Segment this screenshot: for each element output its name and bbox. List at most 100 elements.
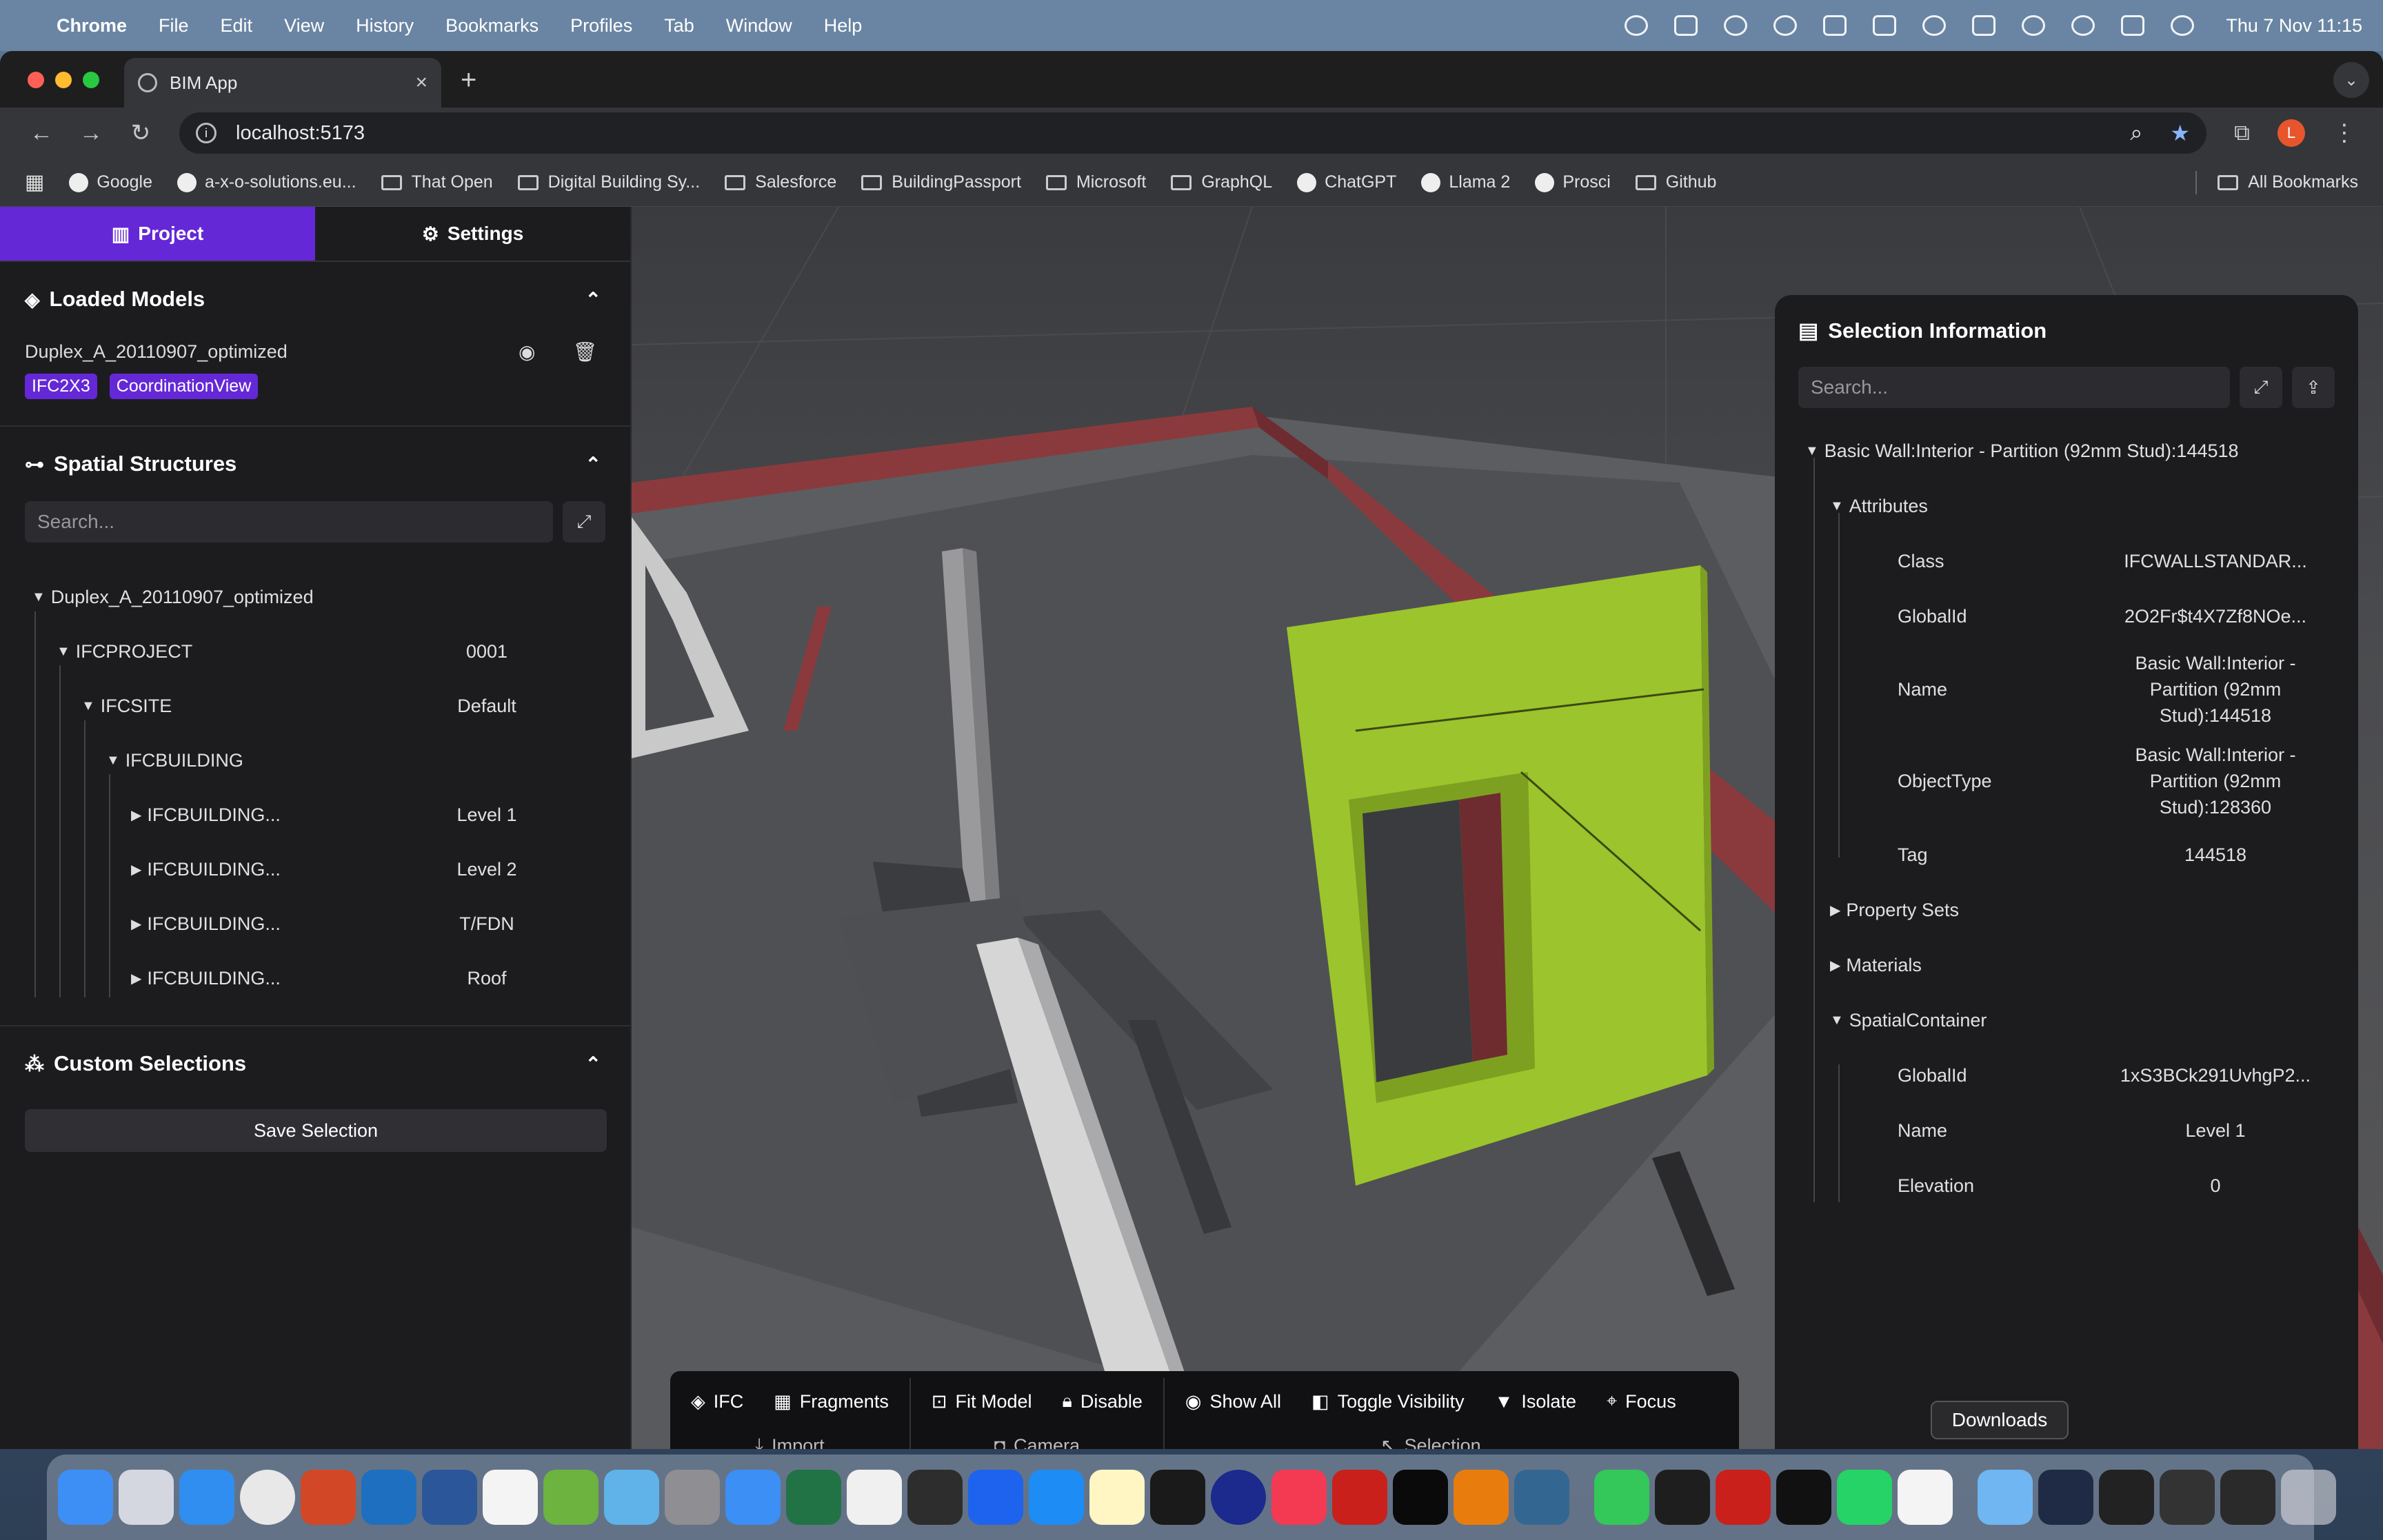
bookmark-axo[interactable]: a-x-o-solutions.eu... xyxy=(177,172,356,192)
toggle-visibility-button[interactable]: ◧ Toggle Visibility xyxy=(1311,1391,1465,1412)
bookmark-star-icon[interactable]: ★ xyxy=(2170,120,2190,146)
profile-avatar[interactable]: L xyxy=(2277,119,2305,147)
tab-close-icon[interactable]: × xyxy=(415,71,428,94)
tree-node-storey[interactable]: ▶ IFCBUILDING... Level 1 xyxy=(25,788,605,842)
trash-icon[interactable] xyxy=(2281,1470,2336,1525)
tree-node-model[interactable]: ▼ Duplex_A_20110907_optimized xyxy=(25,570,605,625)
focus-button[interactable]: ⌖ Focus xyxy=(1607,1390,1676,1412)
bookmark-graphql[interactable]: GraphQL xyxy=(1171,172,1272,192)
model-row[interactable]: Duplex_A_20110907_optimized ◉ 🗑 xyxy=(25,336,605,367)
chevron-up-icon[interactable]: ⌃ xyxy=(585,1053,601,1075)
fragments-button[interactable]: ▦ Fragments xyxy=(774,1391,889,1412)
tab-project[interactable]: ▥ Project xyxy=(0,207,315,261)
bookmark-salesforce[interactable]: Salesforce xyxy=(725,172,836,192)
sublime-icon[interactable] xyxy=(907,1470,963,1525)
eye-icon[interactable]: ◉ xyxy=(519,341,535,363)
reload-icon[interactable]: ↻ xyxy=(116,119,165,147)
attributes-node[interactable]: ▼ Attributes xyxy=(1798,478,2335,534)
menu-bookmarks[interactable]: Bookmarks xyxy=(445,15,539,37)
menu-file[interactable]: File xyxy=(159,15,189,37)
disable-button[interactable]: 🔒︎ Disable xyxy=(1063,1390,1143,1412)
extensions-icon[interactable]: ⧉ xyxy=(2234,120,2250,146)
tree-node-storey[interactable]: ▶ IFCBUILDING... Level 2 xyxy=(25,842,605,897)
address-bar[interactable]: i localhost:5173 ⌕ ★ xyxy=(179,112,2206,154)
notes-icon[interactable] xyxy=(1089,1470,1145,1525)
tree-node-storey[interactable]: ▶ IFCBUILDING... Roof xyxy=(25,951,605,1006)
reader-icon[interactable] xyxy=(1393,1470,1448,1525)
spatial-structures-header[interactable]: ⊶ Spatial Structures ⌃ xyxy=(25,427,605,501)
tree-node-building[interactable]: ▼ IFCBUILDING xyxy=(25,733,605,788)
expand-icon[interactable]: ⤢ xyxy=(563,501,605,543)
vscode-icon[interactable] xyxy=(361,1470,416,1525)
qgis-icon[interactable] xyxy=(543,1470,599,1525)
app-icon[interactable] xyxy=(1898,1470,1953,1525)
menu-window[interactable]: Window xyxy=(726,15,792,37)
activity-monitor-icon[interactable] xyxy=(1655,1470,1710,1525)
loaded-models-header[interactable]: ◈ Loaded Models ⌃ xyxy=(25,262,605,336)
browser-tab[interactable]: BIM App × xyxy=(124,58,441,108)
window-thumbnail-icon[interactable] xyxy=(2099,1470,2154,1525)
menubar-clock[interactable]: Thu 7 Nov 11:15 xyxy=(2226,15,2362,37)
chrome-icon[interactable] xyxy=(240,1470,295,1525)
tab-settings[interactable]: ⚙ Settings xyxy=(315,207,630,261)
tree-node-project[interactable]: ▼ IFCPROJECT 0001 xyxy=(25,625,605,679)
bookmark-google[interactable]: Google xyxy=(69,172,152,192)
apple-tv-icon[interactable] xyxy=(1776,1470,1831,1525)
bookmark-prosci[interactable]: Prosci xyxy=(1535,172,1611,192)
acrobat-reader-icon[interactable] xyxy=(1716,1470,1771,1525)
url-text[interactable]: localhost:5173 xyxy=(236,122,365,145)
blender-icon[interactable] xyxy=(1454,1470,1509,1525)
wifi-icon[interactable] xyxy=(2022,15,2046,36)
materials-node[interactable]: ▶ Materials xyxy=(1798,938,2335,993)
music-icon[interactable] xyxy=(1271,1470,1327,1525)
export-icon[interactable]: ⇪ xyxy=(2292,367,2335,408)
caret-down-icon[interactable]: ▼ xyxy=(106,753,120,769)
bookmark-digital-building[interactable]: Digital Building Sy... xyxy=(517,172,700,192)
caret-down-icon[interactable]: ▼ xyxy=(1805,443,1819,459)
caret-down-icon[interactable]: ▼ xyxy=(1830,1013,1844,1029)
caret-down-icon[interactable]: ▼ xyxy=(57,644,70,660)
all-bookmarks-button[interactable]: All Bookmarks xyxy=(2218,172,2358,192)
apps-grid-icon[interactable]: ▦ xyxy=(25,170,44,194)
control-center-icon[interactable] xyxy=(2121,15,2145,36)
mail-icon[interactable] xyxy=(725,1470,781,1525)
docker-icon[interactable] xyxy=(968,1470,1023,1525)
finder-icon[interactable] xyxy=(58,1470,113,1525)
menu-edit[interactable]: Edit xyxy=(221,15,253,37)
chevron-up-icon[interactable]: ⌃ xyxy=(585,288,601,311)
caret-right-icon[interactable]: ▶ xyxy=(131,861,141,878)
zoom-icon[interactable]: ⌕ xyxy=(2130,120,2142,146)
custom-selections-header[interactable]: ⁂ Custom Selections ⌃ xyxy=(25,1026,605,1101)
menu-app-name[interactable]: Chrome xyxy=(57,15,127,37)
status-bi-icon[interactable] xyxy=(1823,15,1847,36)
excel-icon[interactable] xyxy=(786,1470,841,1525)
show-all-button[interactable]: ◉ Show All xyxy=(1185,1391,1281,1412)
menu-history[interactable]: History xyxy=(356,15,414,37)
bookmark-llama[interactable]: Llama 2 xyxy=(1421,172,1510,192)
selection-root[interactable]: ▼ Basic Wall:Interior - Partition (92mm S… xyxy=(1798,423,2335,478)
tree-node-site[interactable]: ▼ IFCSITE Default xyxy=(25,679,605,733)
menu-profiles[interactable]: Profiles xyxy=(570,15,632,37)
menu-tab[interactable]: Tab xyxy=(664,15,694,37)
launchpad-icon[interactable] xyxy=(119,1470,174,1525)
window-thumbnail-icon[interactable] xyxy=(2038,1470,2093,1525)
word-icon[interactable] xyxy=(422,1470,477,1525)
status-weather-icon[interactable] xyxy=(1724,15,1748,36)
forward-icon[interactable]: → xyxy=(66,120,116,147)
caret-right-icon[interactable]: ▶ xyxy=(1830,957,1840,974)
status-cloud-icon[interactable] xyxy=(1625,15,1649,36)
bookmark-buildingpassport[interactable]: BuildingPassport xyxy=(861,172,1021,192)
isolate-button[interactable]: ▼ Isolate xyxy=(1495,1391,1576,1412)
acrobat-icon[interactable] xyxy=(1332,1470,1387,1525)
menu-view[interactable]: View xyxy=(284,15,324,37)
postgres-icon[interactable] xyxy=(1514,1470,1569,1525)
bookmark-microsoft[interactable]: Microsoft xyxy=(1045,172,1146,192)
browser-menu-icon[interactable]: ⋮ xyxy=(2333,119,2356,147)
spatial-container-node[interactable]: ▼ SpatialContainer xyxy=(1798,993,2335,1048)
trash-icon[interactable]: 🗑 xyxy=(572,341,597,363)
bookmark-github[interactable]: Github xyxy=(1635,172,1716,192)
caret-right-icon[interactable]: ▶ xyxy=(131,807,141,824)
caret-down-icon[interactable]: ▼ xyxy=(32,589,46,605)
maps-icon[interactable] xyxy=(604,1470,659,1525)
caret-right-icon[interactable]: ▶ xyxy=(131,970,141,987)
